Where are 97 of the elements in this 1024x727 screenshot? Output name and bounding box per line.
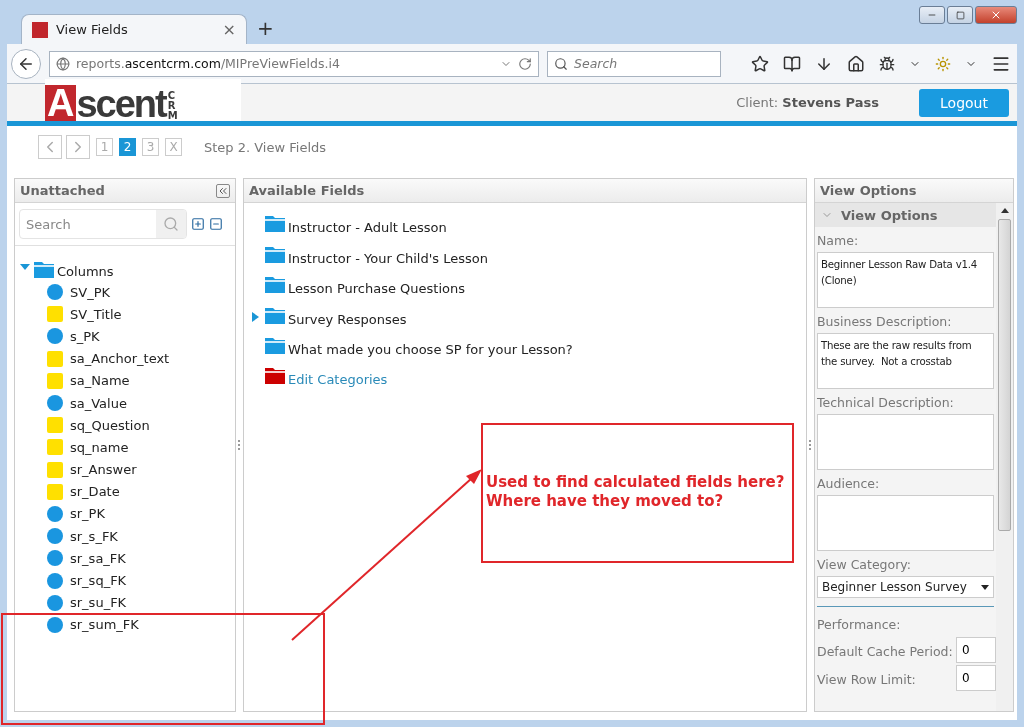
- category-item[interactable]: Instructor - Adult Lesson: [248, 203, 802, 234]
- field-label: Business Description:: [816, 313, 953, 331]
- folder-icon: [264, 245, 286, 264]
- category-item[interactable]: Lesson Purchase Questions: [248, 263, 802, 295]
- square-field-icon: [47, 461, 63, 478]
- field-label: Technical Description:: [816, 394, 955, 412]
- previous-button[interactable]: [38, 135, 62, 159]
- column-item[interactable]: sr_sum_FK: [19, 613, 231, 636]
- column-item[interactable]: sr_su_FK: [19, 591, 231, 614]
- search-field[interactable]: Search: [547, 50, 721, 77]
- minimize-button[interactable]: [919, 6, 945, 24]
- category-item[interactable]: Survey Responses: [248, 294, 802, 325]
- new-tab-button[interactable]: +: [257, 16, 274, 40]
- maximize-button[interactable]: [947, 6, 973, 24]
- address-bar[interactable]: reports.ascentcrm.com/MIPreViewFields.i4: [49, 50, 539, 77]
- column-item[interactable]: sa_Anchor_text: [19, 347, 231, 370]
- square-field-icon: [47, 372, 63, 389]
- bug-icon[interactable]: [879, 55, 895, 72]
- number-field[interactable]: 0: [956, 665, 996, 691]
- field-label: Audience:: [816, 475, 881, 493]
- step-title: Step 2. View Fields: [204, 139, 327, 155]
- square-field-icon: [47, 483, 63, 500]
- star-icon[interactable]: [751, 54, 769, 73]
- close-icon: [990, 9, 1002, 21]
- column-item[interactable]: sr_s_FK: [19, 525, 231, 548]
- reading-list-icon[interactable]: [783, 54, 801, 73]
- search-field[interactable]: Search: [19, 209, 187, 239]
- next-button[interactable]: [66, 135, 90, 159]
- reload-icon[interactable]: [518, 56, 532, 71]
- maximize-icon: [955, 10, 965, 20]
- column-item[interactable]: SV_Title: [19, 303, 231, 326]
- square-field-icon: [47, 439, 63, 456]
- column-item[interactable]: sr_Answer: [19, 458, 231, 481]
- field-label: Performance:: [816, 616, 902, 634]
- scrollbar[interactable]: [996, 203, 1013, 711]
- folder-icon: [264, 215, 286, 234]
- globe-icon: [56, 56, 70, 71]
- column-item[interactable]: sa_Value: [19, 391, 231, 415]
- column-item[interactable]: sq_name: [19, 436, 231, 459]
- panel-title: Unattached: [20, 183, 105, 198]
- column-item[interactable]: s_PK: [19, 325, 231, 348]
- category-dropdown[interactable]: Beginner Lesson Survey: [817, 576, 994, 598]
- column-item[interactable]: SV_PK: [19, 281, 231, 304]
- close-button[interactable]: [975, 6, 1017, 24]
- square-field-icon: [47, 350, 63, 367]
- folder-icon: [264, 306, 286, 325]
- circle-field-icon: [47, 616, 63, 633]
- category-item[interactable]: Instructor - Your Child's Lesson: [248, 233, 802, 264]
- app-icon: [32, 21, 48, 38]
- panel-title: View Options: [820, 183, 917, 198]
- search-icon: [163, 216, 179, 232]
- column-item[interactable]: sr_sa_FK: [19, 547, 231, 570]
- column-item[interactable]: sr_PK: [19, 502, 231, 526]
- circle-field-icon: [47, 528, 63, 545]
- splitter-handle[interactable]: [238, 440, 241, 450]
- text-area[interactable]: These are the raw results from the survey. Not a crosstab: [817, 333, 994, 389]
- panel-title: Available Fields: [249, 183, 365, 198]
- column-item[interactable]: sr_Date: [19, 480, 231, 503]
- field-label: View Row Limit:: [816, 670, 917, 689]
- field-label: Default Cache Period:: [816, 642, 954, 661]
- circle-field-icon: [47, 505, 63, 522]
- field-label: Name:: [816, 232, 860, 250]
- circle-field-icon: [47, 594, 63, 611]
- client-label: Client: Stevens Pass: [736, 95, 879, 110]
- tree-node[interactable]: Columns: [19, 254, 231, 281]
- dropdown-arrow-icon: [981, 584, 989, 590]
- field-label: View Category:: [816, 556, 913, 574]
- circle-field-icon: [47, 395, 63, 412]
- text-area[interactable]: Beginner Lesson Raw Data v1.4 (Clone): [817, 252, 994, 308]
- folder-icon: [264, 276, 286, 295]
- circle-field-icon: [47, 572, 63, 589]
- square-field-icon: [47, 306, 63, 323]
- addon-icon[interactable]: [935, 55, 951, 72]
- collapse-all-icon[interactable]: [209, 217, 223, 231]
- scroll-up-icon: [1000, 207, 1009, 215]
- browser-tab[interactable]: View Fields ×: [21, 14, 247, 44]
- square-field-icon: [47, 417, 63, 434]
- collapse-button[interactable]: [216, 183, 230, 198]
- home-icon[interactable]: [847, 54, 865, 73]
- column-item[interactable]: sr_sq_FK: [19, 569, 231, 592]
- number-field[interactable]: 0: [956, 637, 996, 663]
- splitter-handle[interactable]: [809, 440, 812, 450]
- annotation-text: Used to find calculated fields here? Where have they moved to?: [486, 473, 785, 511]
- expand-caret-icon: [252, 311, 259, 322]
- column-item[interactable]: sa_Name: [19, 369, 231, 392]
- circle-field-icon: [47, 550, 63, 567]
- column-item[interactable]: sq_Question: [19, 414, 231, 437]
- folder-icon: [33, 261, 55, 279]
- back-button[interactable]: [11, 48, 41, 79]
- circle-field-icon: [47, 284, 63, 301]
- section-header[interactable]: View Options: [815, 203, 996, 227]
- folder-icon: [264, 336, 286, 355]
- folder-icon: [264, 367, 286, 386]
- expand-all-icon[interactable]: [191, 217, 205, 231]
- circle-field-icon: [47, 328, 63, 345]
- search-icon: [554, 56, 568, 71]
- close-tab-button[interactable]: ×: [222, 20, 236, 39]
